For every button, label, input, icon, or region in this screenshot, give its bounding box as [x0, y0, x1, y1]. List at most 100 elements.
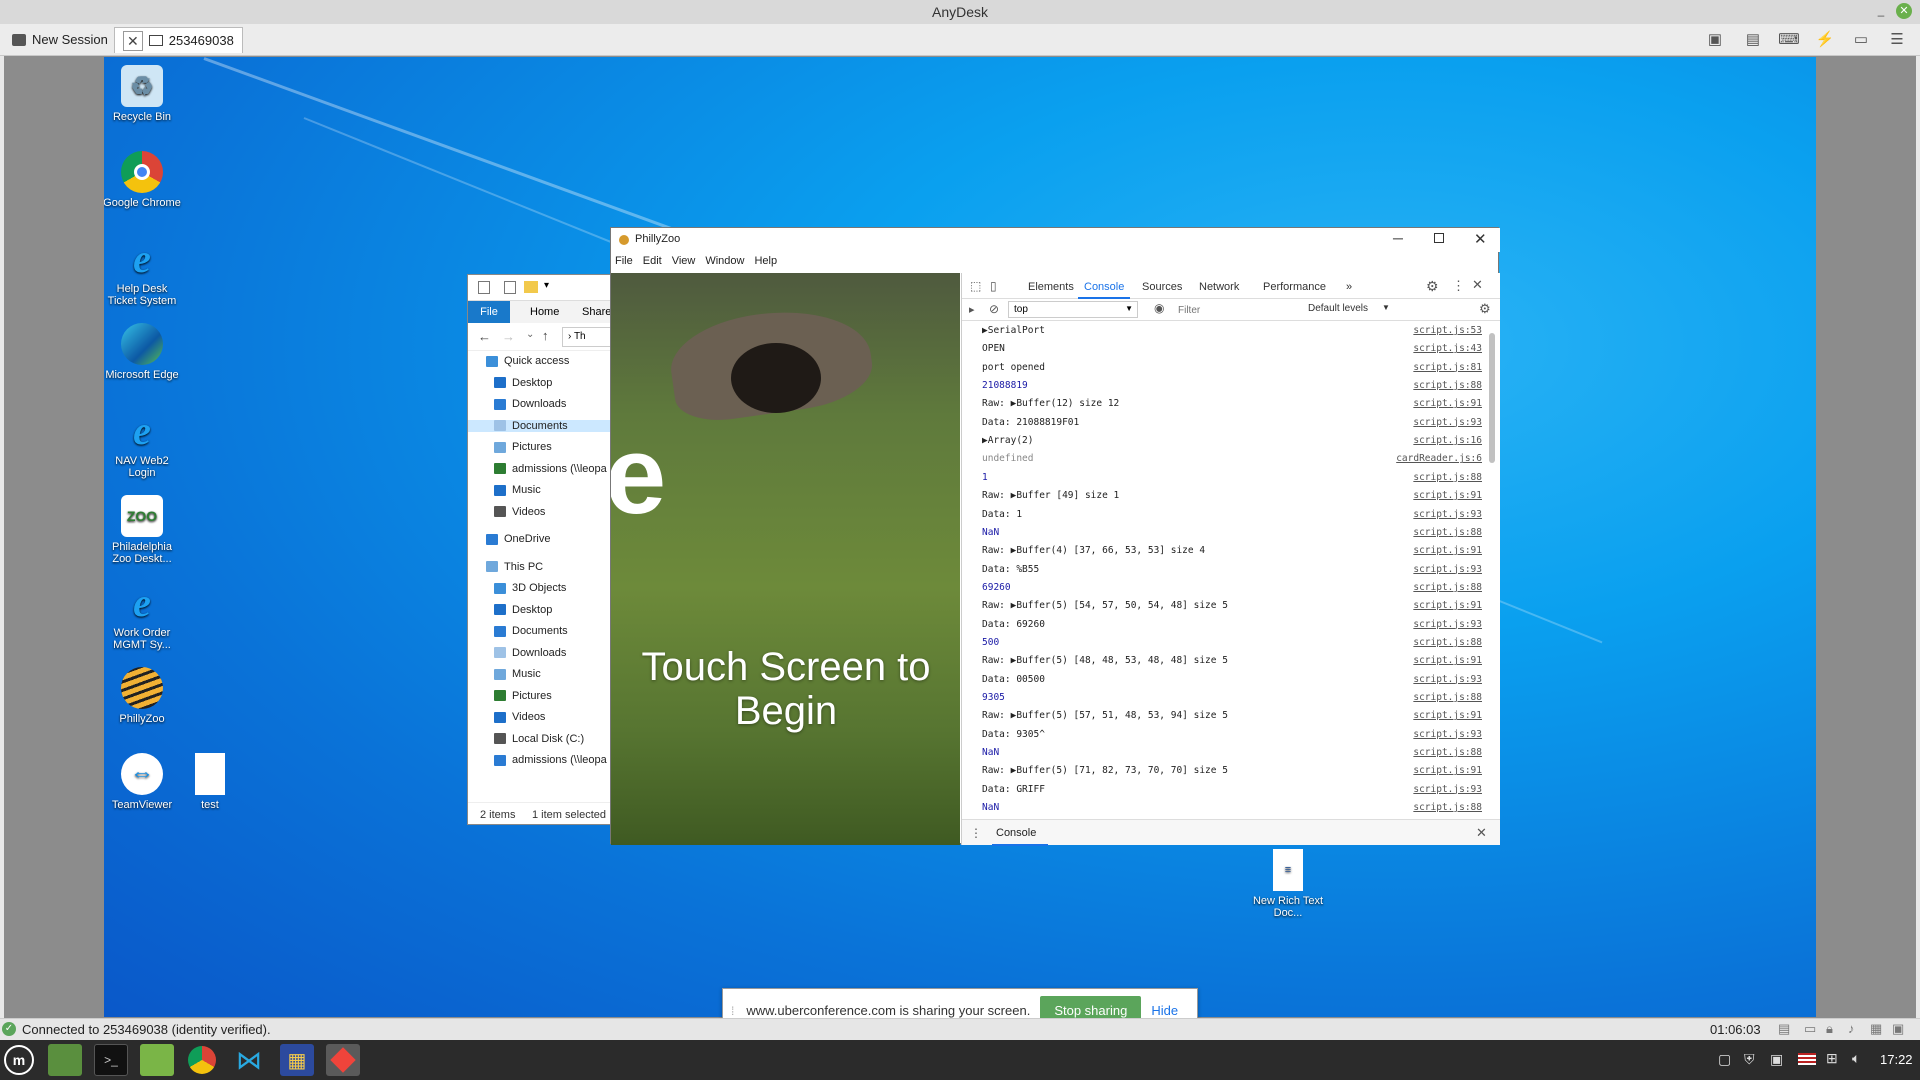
source-link[interactable]: script.js:91: [1413, 710, 1482, 721]
source-link[interactable]: script.js:88: [1413, 527, 1482, 538]
address-bar[interactable]: › Th: [562, 327, 611, 347]
console-row[interactable]: ▶Array(2) script.js:16: [982, 435, 1482, 453]
chat-icon[interactable]: ▤: [1742, 30, 1764, 50]
menu-item[interactable]: Help: [754, 255, 777, 271]
log-levels-select[interactable]: Default levels: [1308, 303, 1368, 314]
shield-icon[interactable]: ⛨: [1744, 1051, 1755, 1068]
folder-icon[interactable]: [524, 281, 538, 293]
console-row[interactable]: 69260 script.js:88: [982, 582, 1482, 600]
console-row[interactable]: Data: GRIFF script.js:93: [982, 784, 1482, 802]
drawer-menu-icon[interactable]: ⋮: [970, 826, 982, 840]
desktop-icon-nav[interactable]: e NAV Web2 Login: [104, 408, 182, 480]
source-link[interactable]: script.js:16: [1413, 435, 1482, 446]
source-link[interactable]: script.js:91: [1413, 600, 1482, 611]
recording-icon[interactable]: ▣: [1892, 1021, 1904, 1037]
tab-elements[interactable]: Elements: [1028, 281, 1074, 293]
terminal-icon[interactable]: >_: [94, 1044, 128, 1076]
source-link[interactable]: script.js:88: [1413, 802, 1482, 813]
nav-item[interactable]: This PC: [486, 561, 543, 573]
console-row[interactable]: Raw: ▶Buffer(12) size 12 script.js:91: [982, 398, 1482, 416]
nav-item[interactable]: Music: [494, 484, 541, 496]
nav-item[interactable]: Videos: [494, 711, 545, 723]
minimize-icon[interactable]: ─: [1393, 230, 1403, 246]
clipboard-icon[interactable]: ▦: [1870, 1021, 1882, 1037]
source-link[interactable]: script.js:91: [1413, 655, 1482, 666]
source-link[interactable]: script.js:93: [1413, 564, 1482, 575]
vscode-icon[interactable]: ⋈: [232, 1044, 266, 1076]
console-row[interactable]: Data: 00500 script.js:93: [982, 674, 1482, 692]
lock-icon[interactable]: 🔒︎: [1826, 1021, 1833, 1037]
console-row[interactable]: Data: 69260 script.js:93: [982, 619, 1482, 637]
clock[interactable]: 17:22: [1880, 1052, 1913, 1067]
volume-icon[interactable]: 🔈︎: [1852, 1050, 1860, 1067]
nav-item[interactable]: Desktop: [494, 604, 552, 616]
nav-item[interactable]: Pictures: [494, 441, 552, 453]
console-row[interactable]: Data: %B55 script.js:93: [982, 564, 1482, 582]
tab-session[interactable]: ✕ 253469038: [114, 27, 243, 53]
console-row[interactable]: OPEN script.js:43: [982, 343, 1482, 361]
tab-console[interactable]: Console: [1084, 281, 1124, 293]
console-row[interactable]: Data: 1 script.js:93: [982, 509, 1482, 527]
console-row[interactable]: Raw: ▶Buffer(5) [48, 48, 53, 48, 48] siz…: [982, 655, 1482, 673]
file-transfer-icon[interactable]: ▤: [1778, 1021, 1790, 1037]
console-row[interactable]: undefined cardReader.js:6: [982, 453, 1482, 471]
nav-item[interactable]: Downloads: [494, 647, 566, 659]
menu-item[interactable]: File: [615, 255, 633, 271]
tab-sources[interactable]: Sources: [1142, 281, 1182, 293]
clear-console-icon[interactable]: ⊘: [989, 302, 999, 316]
menu-item[interactable]: Edit: [643, 255, 662, 271]
source-link[interactable]: script.js:43: [1413, 343, 1482, 354]
anydesk-taskbar-button[interactable]: [326, 1044, 360, 1076]
actions-icon[interactable]: ⚡: [1814, 30, 1836, 50]
source-link[interactable]: script.js:91: [1413, 765, 1482, 776]
close-devtools-icon[interactable]: ✕: [1472, 277, 1483, 293]
tab-new-session[interactable]: New Session: [4, 27, 116, 53]
source-link[interactable]: script.js:91: [1413, 490, 1482, 501]
forward-icon[interactable]: →: [502, 329, 515, 344]
keyboard-layout-flag-icon[interactable]: [1798, 1053, 1816, 1065]
recent-icon[interactable]: ⌄: [526, 329, 534, 340]
console-row[interactable]: ▶SerialPort script.js:53: [982, 325, 1482, 343]
back-icon[interactable]: ←: [478, 329, 491, 344]
ribbon-tab-share[interactable]: Share: [582, 306, 611, 318]
source-link[interactable]: script.js:53: [1413, 325, 1482, 336]
mint-menu-icon[interactable]: m: [4, 1045, 34, 1075]
eye-icon[interactable]: ◉: [1154, 301, 1164, 315]
nav-item[interactable]: Desktop: [494, 377, 552, 389]
scrollbar-thumb[interactable]: [1489, 333, 1495, 463]
nav-item[interactable]: OneDrive: [486, 533, 550, 545]
nav-item[interactable]: admissions (\\leopa: [494, 463, 607, 475]
drawer-tab-console[interactable]: Console: [996, 827, 1036, 839]
console-row[interactable]: Raw: ▶Buffer(4) [37, 66, 53, 53] size 4 s…: [982, 545, 1482, 563]
tab-network[interactable]: Network: [1199, 281, 1239, 293]
console-row[interactable]: Data: 21088819F01 script.js:93: [982, 417, 1482, 435]
console-row[interactable]: 21088819 script.js:88: [982, 380, 1482, 398]
up-icon[interactable]: ↑: [542, 328, 549, 343]
network-icon[interactable]: ⊞: [1826, 1050, 1838, 1067]
more-tabs-icon[interactable]: »: [1346, 281, 1352, 293]
source-link[interactable]: script.js:81: [1413, 362, 1482, 373]
source-link[interactable]: cardReader.js:6: [1396, 453, 1482, 464]
clipboard-tray-icon[interactable]: ▢: [1718, 1051, 1731, 1068]
source-link[interactable]: script.js:93: [1413, 784, 1482, 795]
display-icon[interactable]: ▣: [1704, 30, 1726, 50]
console-settings-icon[interactable]: ⚙: [1479, 301, 1491, 317]
desktop-icon-work-order[interactable]: e Work Order MGMT Sy...: [104, 580, 182, 652]
screen-icon[interactable]: ▭: [1850, 30, 1872, 50]
video-area[interactable]: e Touch Screen to Begin: [611, 273, 960, 845]
nav-item[interactable]: Downloads: [494, 398, 566, 410]
keyboard-icon[interactable]: ⌨: [1778, 30, 1800, 50]
console-row[interactable]: Data: 9305^ script.js:93: [982, 729, 1482, 747]
kebab-menu-icon[interactable]: ⋮: [1452, 278, 1465, 294]
console-row[interactable]: 9305 script.js:88: [982, 692, 1482, 710]
context-select[interactable]: top ▼: [1008, 301, 1138, 318]
console-row[interactable]: port opened script.js:81: [982, 362, 1482, 380]
nav-item[interactable]: Quick access: [486, 355, 569, 367]
console-row[interactable]: Raw: ▶Buffer(5) [54, 57, 50, 54, 48] siz…: [982, 600, 1482, 618]
desktop-icon-help-desk[interactable]: e Help Desk Ticket System: [104, 236, 182, 308]
console-row[interactable]: Raw: ▶Buffer(5) [71, 82, 73, 70, 70] siz…: [982, 765, 1482, 783]
console-row[interactable]: NaN script.js:88: [982, 527, 1482, 545]
menu-icon[interactable]: ☰: [1886, 30, 1908, 50]
source-link[interactable]: script.js:93: [1413, 417, 1482, 428]
console-row[interactable]: NaN script.js:88: [982, 802, 1482, 815]
